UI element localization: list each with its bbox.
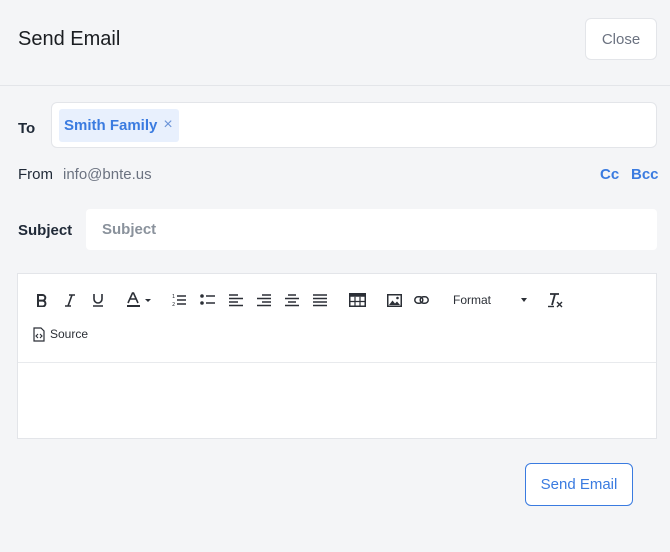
bcc-link[interactable]: Bcc [631,166,659,183]
source-code-icon [33,326,45,342]
editor-body[interactable] [18,363,656,438]
align-center-icon [285,293,299,306]
chevron-down-icon [521,298,527,302]
svg-text:1: 1 [172,294,175,300]
from-label: From [18,166,53,183]
close-button[interactable]: Close [585,18,657,60]
justify-button[interactable] [309,289,331,311]
rich-text-editor: 1 2 Format Source [17,273,657,439]
bold-icon [37,293,47,307]
align-center-button[interactable] [281,289,303,311]
dialog-header: Send Email Close [0,0,670,86]
link-icon [413,296,429,304]
recipient-chip: Smith Family × [59,109,179,142]
remove-format-button[interactable] [544,289,566,311]
bulleted-list-button[interactable] [196,289,218,311]
image-button[interactable] [383,289,405,311]
bulleted-list-icon [199,294,215,305]
format-dropdown[interactable]: Format [450,289,532,311]
text-color-button[interactable] [124,289,154,311]
svg-text:2: 2 [172,302,175,307]
table-icon [348,293,366,307]
align-left-button[interactable] [225,289,247,311]
link-button[interactable] [410,289,432,311]
align-right-button[interactable] [253,289,275,311]
italic-icon [65,293,75,307]
to-label: To [18,120,36,137]
source-button-label: Source [50,327,89,341]
underline-button[interactable] [87,289,109,311]
dialog-title: Send Email [18,28,121,50]
close-icon[interactable]: × [161,117,175,133]
recipient-chip-label: Smith Family [64,117,158,134]
format-dropdown-label: Format [453,293,492,307]
justify-icon [313,293,327,306]
numbered-list-button[interactable]: 1 2 [168,289,190,311]
underline-icon [93,294,103,307]
align-right-icon [257,293,271,306]
remove-format-icon [548,292,563,307]
subject-label: Subject [18,222,73,239]
numbered-list-icon: 1 2 [172,294,186,307]
align-left-icon [229,293,243,306]
table-button[interactable] [346,289,368,311]
text-color-icon [127,292,151,307]
subject-input[interactable] [86,209,657,250]
from-address: info@bnte.us [63,166,152,183]
send-email-button[interactable]: Send Email [525,463,633,506]
italic-button[interactable] [59,289,81,311]
cc-link[interactable]: Cc [600,166,619,183]
bold-button[interactable] [31,289,53,311]
source-button[interactable]: Source [33,323,88,345]
to-recipients-field[interactable]: Smith Family × [51,102,657,148]
image-icon [386,293,402,307]
